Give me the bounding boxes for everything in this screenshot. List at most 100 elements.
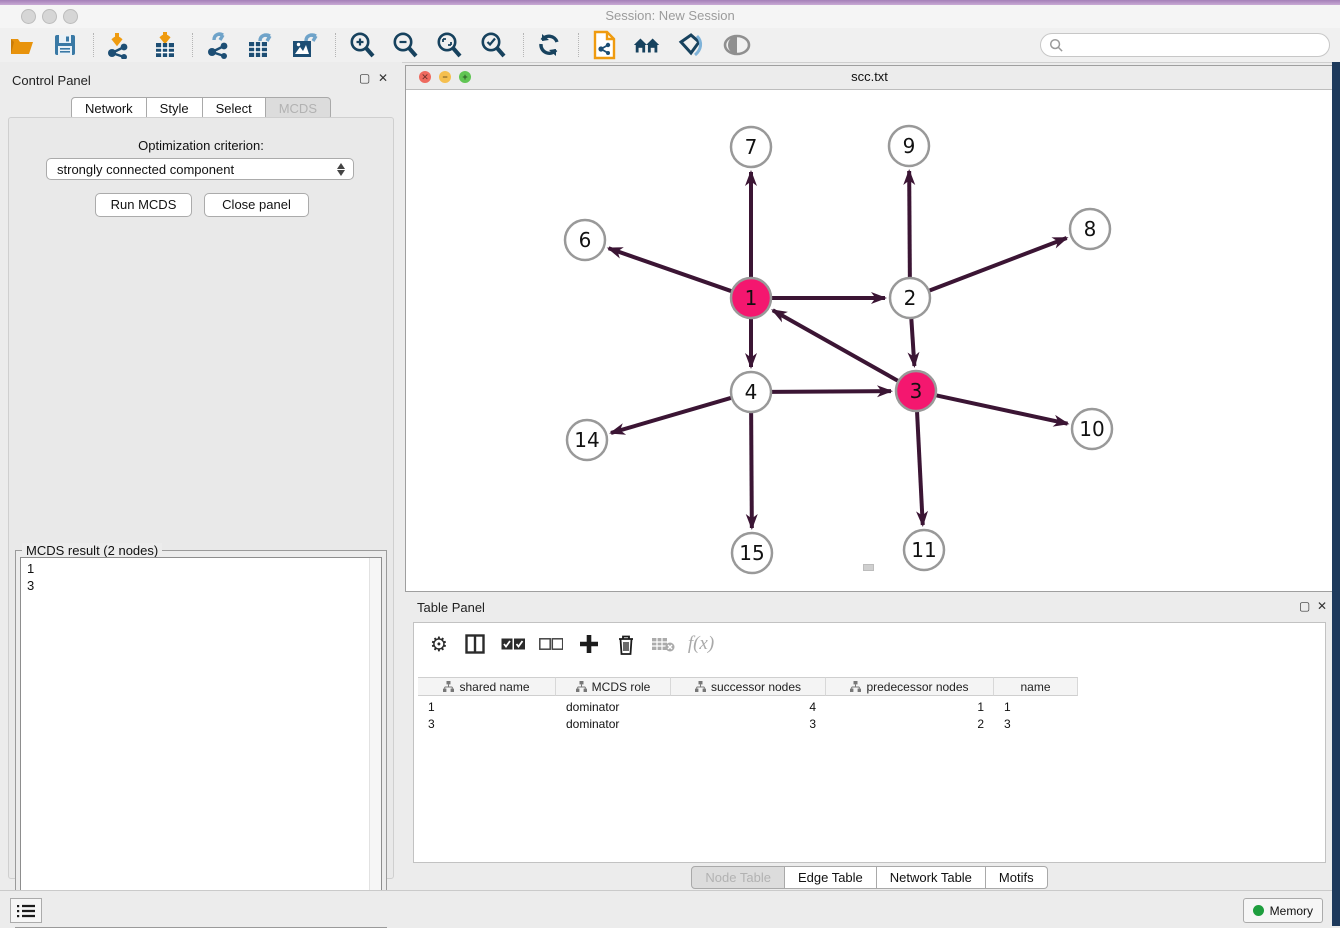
select-all-icon (501, 638, 525, 651)
node-15[interactable]: 15 (732, 533, 772, 573)
column-header-MCDS-role[interactable]: MCDS role (556, 677, 671, 696)
node-label: 2 (904, 286, 917, 310)
table-cell[interactable]: 1 (826, 699, 994, 716)
node-label: 8 (1084, 217, 1097, 241)
optimization-criterion-label: Optimization criterion: (9, 138, 393, 153)
mcds-result-scrollbar[interactable] (369, 558, 381, 922)
tab-edge-table[interactable]: Edge Table (785, 866, 877, 889)
edge-2-3[interactable] (911, 319, 914, 366)
edge-3-1[interactable] (773, 310, 898, 380)
zoom-selected-button[interactable] (478, 31, 508, 59)
close-panel-button[interactable]: Close panel (204, 193, 309, 217)
export-table-button[interactable] (246, 31, 276, 59)
criterion-select[interactable]: strongly connected component (46, 158, 354, 180)
edge-3-10[interactable] (937, 395, 1068, 423)
function-builder-button[interactable]: f(x) (686, 630, 716, 658)
network-close-icon[interactable]: ✕ (419, 71, 431, 83)
import-table-icon (151, 31, 179, 59)
hide-graphics-details-button[interactable] (676, 31, 706, 59)
show-columns-button[interactable] (460, 630, 490, 658)
tab-network-table[interactable]: Network Table (877, 866, 986, 889)
network-zoom-icon[interactable]: + (459, 71, 471, 83)
node-label: 4 (745, 380, 758, 404)
tab-node-table[interactable]: Node Table (691, 866, 785, 889)
create-column-button[interactable] (574, 630, 604, 658)
node-4[interactable]: 4 (731, 372, 771, 412)
float-table-panel-icon[interactable]: ▢ (1299, 599, 1310, 613)
delete-table-icon (651, 636, 675, 652)
table-cell[interactable]: 1 (418, 699, 556, 716)
node-14[interactable]: 14 (567, 420, 607, 460)
column-header-name[interactable]: name (994, 677, 1078, 696)
memory-label: Memory (1270, 904, 1313, 918)
tab-motifs[interactable]: Motifs (986, 866, 1048, 889)
table-settings-button[interactable]: ⚙ (424, 630, 454, 658)
mcds-result-textarea[interactable]: 13 (20, 557, 382, 923)
select-all-button[interactable] (498, 630, 528, 658)
node-2[interactable]: 2 (890, 278, 930, 318)
zoom-in-icon (348, 31, 376, 59)
node-11[interactable]: 11 (904, 530, 944, 570)
table-cell[interactable]: 3 (418, 716, 556, 733)
table-cell[interactable]: 1 (994, 699, 1078, 716)
edge-4-15[interactable] (751, 413, 752, 528)
minimize-traffic-light[interactable] (42, 9, 57, 24)
run-mcds-button[interactable]: Run MCDS (95, 193, 192, 217)
zoom-in-button[interactable] (347, 31, 377, 59)
deselect-all-button[interactable] (536, 630, 566, 658)
task-history-button[interactable] (10, 898, 42, 923)
network-minimize-icon[interactable]: − (439, 71, 451, 83)
plus-icon (579, 634, 599, 654)
network-hscroll-thumb[interactable] (863, 564, 874, 571)
table-cell[interactable]: 3 (994, 716, 1078, 733)
delete-table-button[interactable] (648, 630, 678, 658)
network-canvas[interactable]: 7 9 6 8 1 2 4 3 14 10 15 11 (406, 89, 1333, 591)
save-session-button[interactable] (50, 31, 80, 59)
edge-4-14[interactable] (611, 398, 731, 433)
close-traffic-light[interactable] (21, 9, 36, 24)
close-table-panel-icon[interactable]: ✕ (1317, 599, 1327, 613)
export-network-button[interactable] (203, 31, 233, 59)
node-8[interactable]: 8 (1070, 209, 1110, 249)
export-image-button[interactable] (290, 31, 320, 59)
node-6[interactable]: 6 (565, 220, 605, 260)
search-input[interactable] (1064, 37, 1318, 53)
node-9[interactable]: 9 (889, 126, 929, 166)
mcds-result-lines: 13 (27, 560, 381, 594)
import-table-button[interactable] (150, 31, 180, 59)
edge-2-8[interactable] (930, 238, 1067, 291)
new-network-from-selection-button[interactable] (589, 31, 619, 59)
table-cell[interactable]: 2 (826, 716, 994, 733)
edge-1-6[interactable] (609, 248, 732, 291)
toggle-view-button[interactable] (722, 31, 752, 59)
node-10[interactable]: 10 (1072, 409, 1112, 449)
memory-button[interactable]: Memory (1243, 898, 1323, 923)
node-3[interactable]: 3 (896, 371, 936, 411)
zoom-fit-button[interactable] (434, 31, 464, 59)
search-field[interactable] (1040, 33, 1330, 57)
column-header-successor-nodes[interactable]: successor nodes (671, 677, 826, 696)
edge-3-11[interactable] (917, 412, 923, 525)
edge-2-9[interactable] (909, 171, 910, 277)
column-header-shared-name[interactable]: shared name (418, 677, 556, 696)
close-panel-icon[interactable]: ✕ (378, 71, 388, 85)
mcds-result-line: 3 (27, 577, 381, 594)
edge-4-3[interactable] (772, 391, 891, 392)
delete-columns-button[interactable] (611, 630, 641, 658)
import-network-button[interactable] (103, 31, 133, 59)
column-header-predecessor-nodes[interactable]: predecessor nodes (826, 677, 994, 696)
node-1[interactable]: 1 (731, 278, 771, 318)
open-session-button[interactable] (8, 31, 38, 59)
float-panel-icon[interactable]: ▢ (359, 71, 370, 85)
table-cell[interactable]: 4 (671, 699, 826, 716)
zoom-out-button[interactable] (390, 31, 420, 59)
apply-preferred-layout-button[interactable] (632, 31, 662, 59)
table-cell[interactable]: dominator (556, 699, 671, 716)
gear-icon: ⚙ (430, 632, 448, 656)
node-7[interactable]: 7 (731, 127, 771, 167)
zoom-traffic-light[interactable] (63, 9, 78, 24)
node-label: 7 (745, 135, 758, 159)
table-cell[interactable]: 3 (671, 716, 826, 733)
refresh-button[interactable] (534, 31, 564, 59)
table-cell[interactable]: dominator (556, 716, 671, 733)
